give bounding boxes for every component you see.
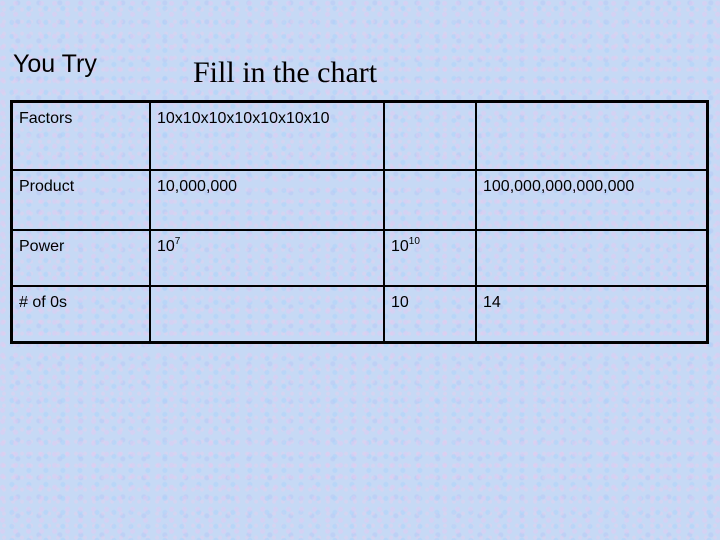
you-try-label: You Try: [13, 50, 97, 78]
product-cell-2[interactable]: [383, 169, 477, 231]
product-cell-3: 100,000,000,000,000: [475, 169, 709, 231]
factors-cell-1: 10x10x10x10x10x10x10: [149, 100, 385, 171]
row-label-zeros: # of 0s: [10, 285, 151, 344]
row-label-product: Product: [10, 169, 151, 231]
zeros-cell-2: 10: [383, 285, 477, 344]
row-label-factors: Factors: [10, 100, 151, 171]
power-cell-1: 107: [149, 229, 385, 287]
power-exponent: 7: [174, 236, 181, 247]
slide-title: Fill in the chart: [193, 56, 378, 89]
zeros-cell-3: 14: [475, 285, 709, 344]
table-row-product: Product 10,000,000 100,000,000,000,000: [10, 169, 709, 231]
factors-cell-3[interactable]: [475, 100, 709, 171]
table-row-power: Power 107 1010: [10, 229, 709, 287]
power-exponent: 10: [408, 236, 420, 247]
table-row-zeros: # of 0s 10 14: [10, 285, 709, 344]
power-base: 10: [157, 238, 175, 255]
factors-cell-2[interactable]: [383, 100, 477, 171]
row-label-power: Power: [10, 229, 151, 287]
power-base: 10: [391, 238, 409, 255]
table-row-factors: Factors 10x10x10x10x10x10x10: [10, 100, 709, 171]
power-cell-2: 1010: [383, 229, 477, 287]
zeros-cell-1[interactable]: [149, 285, 385, 344]
product-cell-1: 10,000,000: [149, 169, 385, 231]
power-cell-3[interactable]: [475, 229, 709, 287]
exponent-chart-table: Factors 10x10x10x10x10x10x10 Product 10,…: [10, 100, 709, 344]
